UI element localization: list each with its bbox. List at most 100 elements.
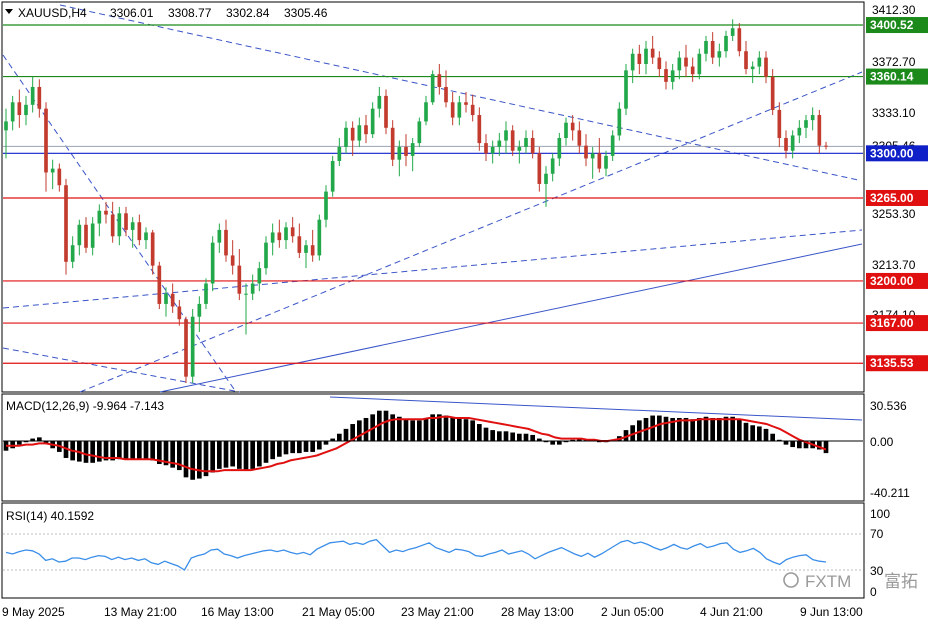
candle-body — [270, 232, 275, 243]
candle — [744, 41, 748, 75]
ohlc-close: 3305.46 — [284, 6, 328, 20]
candle-body — [637, 53, 642, 64]
candle-body — [30, 86, 35, 105]
candle — [344, 121, 348, 154]
candle — [77, 219, 82, 256]
candle — [737, 23, 742, 57]
time-axis: 9 May 2025 13 May 21:00 16 May 13:00 21 … — [2, 605, 863, 619]
candle-body — [24, 104, 28, 116]
candle-body — [690, 66, 695, 75]
macd-bar — [523, 433, 529, 441]
candle-body — [97, 210, 102, 224]
candle — [750, 61, 755, 84]
candle — [357, 117, 362, 147]
candle — [384, 89, 388, 135]
macd-bar — [750, 425, 755, 441]
macd-bar — [730, 416, 735, 441]
macd-bar — [697, 417, 702, 441]
candle-body — [77, 224, 82, 246]
candle — [764, 51, 768, 84]
candle — [430, 70, 435, 105]
time-label: 28 May 13:00 — [501, 605, 574, 619]
candle — [790, 130, 795, 159]
candle — [477, 107, 482, 151]
candle — [170, 283, 175, 313]
candle-body — [657, 57, 662, 70]
symbol-label: XAUUSD,H4 — [18, 6, 87, 20]
candle — [64, 178, 68, 275]
macd-bar — [497, 431, 502, 441]
candle — [57, 163, 62, 192]
macd-bar — [250, 441, 255, 469]
candle-body — [210, 242, 215, 284]
candle — [237, 249, 242, 301]
price-chart[interactable]: XAUUSD,H4 3306.01 3308.77 3302.84 3305.4… — [0, 0, 936, 624]
macd-bar — [717, 417, 722, 441]
macd-bar — [150, 441, 155, 461]
candle-body — [117, 213, 122, 237]
candle — [690, 57, 695, 82]
macd-bar — [190, 441, 195, 480]
candle-body — [264, 242, 268, 269]
candle — [597, 138, 602, 173]
candle-body — [457, 102, 462, 118]
macd-bar — [710, 417, 715, 441]
macd-signal-line — [6, 415, 827, 473]
candle-body — [537, 153, 542, 184]
macd-bar — [363, 417, 369, 441]
time-label: 9 May 2025 — [2, 605, 65, 619]
candle — [97, 204, 102, 237]
candle-body — [164, 293, 168, 304]
candle-body — [750, 66, 755, 70]
candle-body — [344, 127, 348, 147]
candle — [530, 130, 535, 159]
candle — [577, 121, 582, 154]
candle — [210, 236, 215, 292]
candle-body — [304, 245, 308, 253]
candle-body — [64, 185, 68, 262]
candle — [310, 229, 315, 262]
candle — [650, 35, 655, 64]
price-tag: 3400.52 — [866, 17, 928, 34]
macd-bar — [490, 430, 495, 441]
candle-body — [130, 222, 135, 230]
candle — [490, 140, 495, 164]
candle — [470, 94, 475, 122]
macd-bar — [663, 416, 669, 441]
candle-body — [230, 255, 235, 266]
candle — [84, 217, 88, 253]
candle-body — [150, 232, 155, 266]
macd-bar — [483, 427, 489, 441]
candle-body — [297, 236, 302, 253]
macd-bar — [763, 428, 769, 441]
candle-body — [44, 108, 48, 173]
macd-bar — [223, 441, 229, 468]
time-label: 21 May 05:00 — [302, 605, 375, 619]
candle — [144, 227, 148, 250]
candle-body — [37, 86, 42, 109]
dropdown-triangle-icon — [5, 9, 13, 14]
macd-bar — [310, 441, 315, 452]
macd-bar — [343, 428, 349, 441]
candle-body — [684, 57, 688, 67]
candle — [824, 141, 828, 150]
price-tag-label: 3360.14 — [870, 70, 914, 84]
macd-tick: 30.536 — [870, 399, 907, 413]
macd-bar — [10, 441, 15, 449]
price-tag-label: 3265.00 — [870, 191, 914, 205]
macd-bar — [317, 441, 322, 450]
macd-tick: -40.211 — [870, 486, 910, 500]
candle — [177, 300, 182, 326]
candle-body — [317, 219, 322, 256]
macd-histogram — [3, 410, 829, 480]
candle — [44, 102, 48, 192]
candle-body — [417, 121, 422, 144]
candle-body — [670, 70, 675, 82]
candle — [377, 86, 382, 118]
candle — [670, 63, 675, 90]
candle — [257, 261, 262, 292]
candle — [644, 41, 648, 75]
candle-body — [370, 108, 375, 135]
rsi-tick: 100 — [870, 507, 890, 521]
price-tag-label: 3167.00 — [870, 316, 914, 330]
